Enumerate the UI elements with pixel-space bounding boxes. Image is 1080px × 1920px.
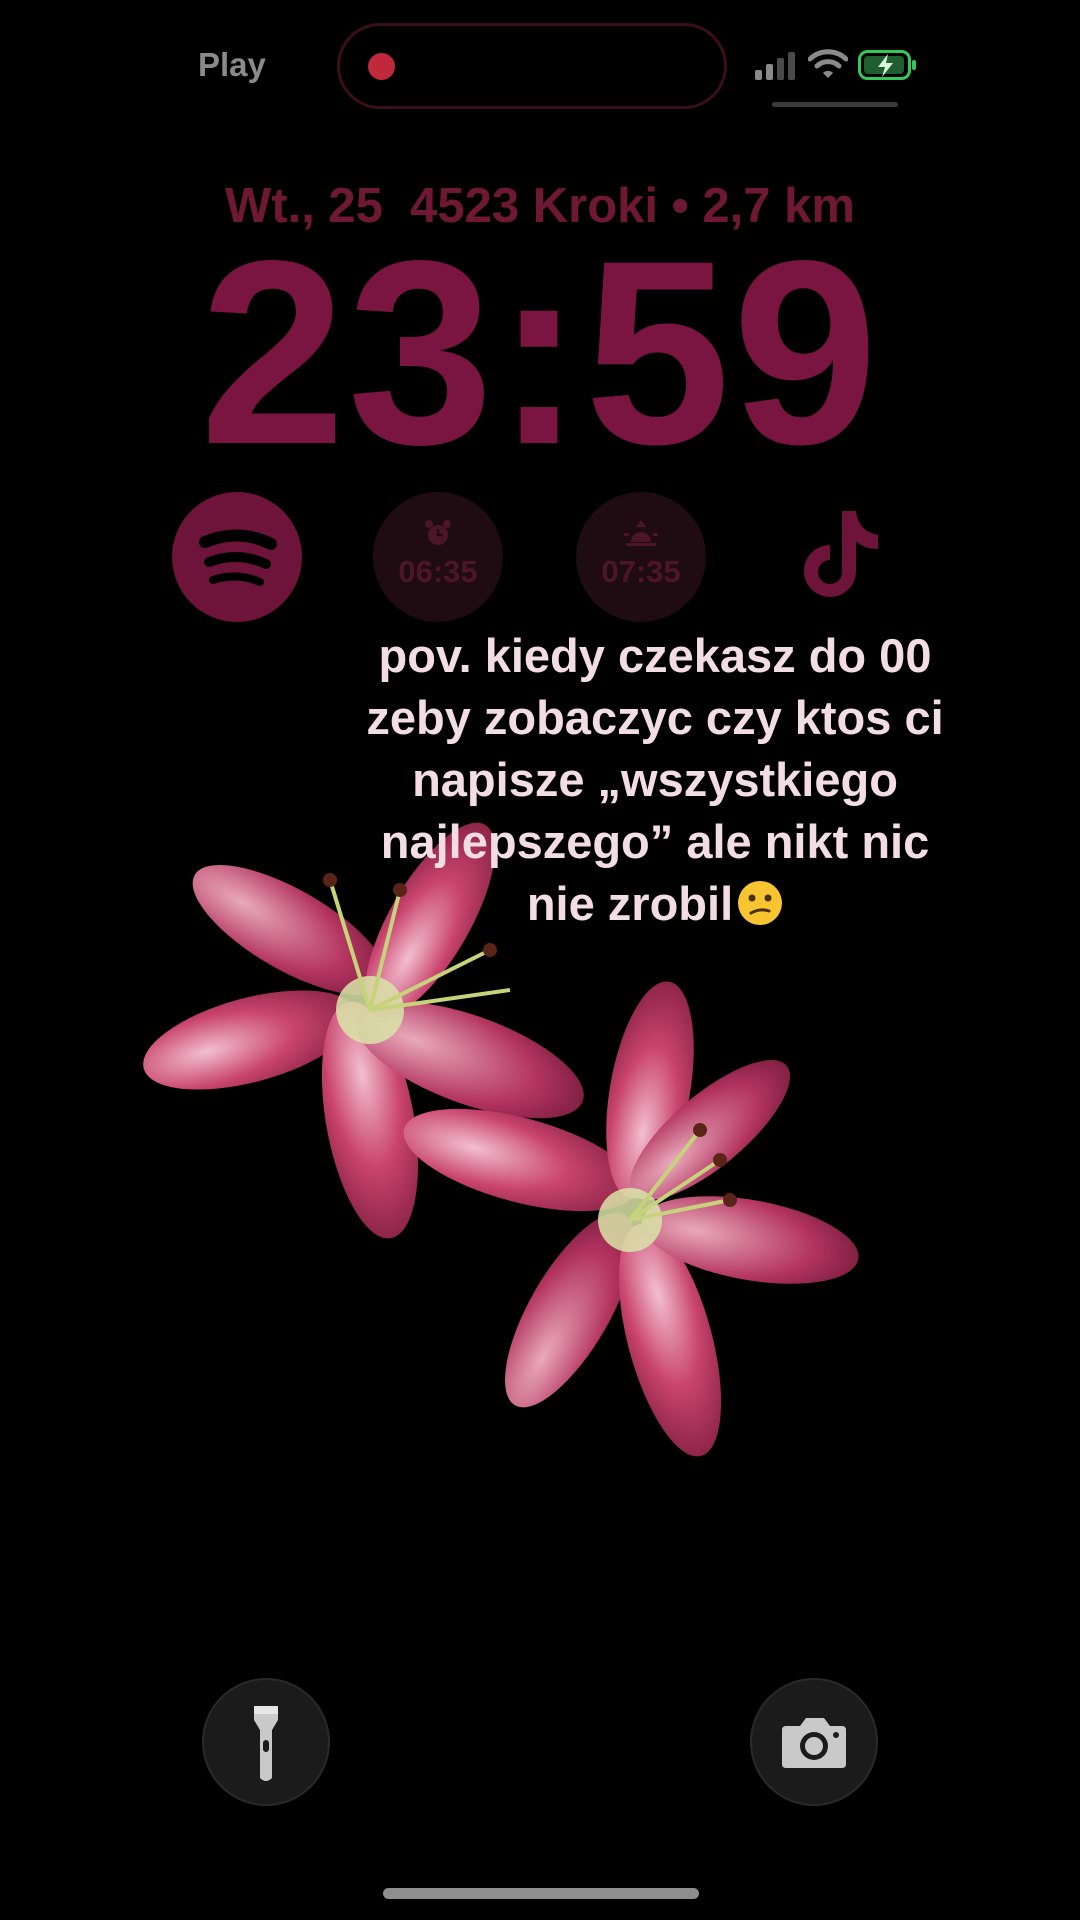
sunrise-icon	[624, 520, 658, 546]
alarm-clock-icon	[425, 520, 451, 545]
tiktok-icon[interactable]	[798, 505, 888, 605]
carrier-name: Play	[198, 46, 266, 83]
sunrise-time: 07:35	[601, 554, 681, 589]
caption-line: nie zrobil	[526, 877, 734, 930]
caption-line: pov. kiedy czekasz do 00	[378, 629, 932, 682]
lock-screen-clock[interactable]: 23:59	[0, 222, 1080, 484]
wifi-icon	[808, 49, 848, 78]
spotify-icon	[199, 529, 277, 586]
sunrise-widget[interactable]: 07:35	[576, 492, 706, 622]
recording-indicator-icon	[368, 53, 395, 80]
spotify-widget[interactable]	[172, 492, 302, 622]
home-indicator[interactable]	[383, 1888, 699, 1899]
caption-line: najlepszego” ale nikt nic	[380, 815, 930, 868]
camera-button[interactable]	[750, 1678, 878, 1806]
dynamic-island[interactable]	[337, 23, 727, 109]
alarm-widget[interactable]: 06:35	[373, 492, 503, 622]
flashlight-icon	[254, 1706, 278, 1781]
lock-screen: Play Wt., 25 4523 Kroki • 2,7 km 23:59 0…	[0, 0, 1080, 1920]
caption-line: zeby zobaczyc czy ktos ci	[366, 691, 944, 744]
status-bar-indicator	[772, 102, 898, 107]
confused-face-icon	[738, 881, 783, 925]
camera-icon	[782, 1718, 846, 1768]
story-caption: pov. kiedy czekasz do 00 zeby zobaczyc c…	[330, 625, 980, 935]
flashlight-button[interactable]	[202, 1678, 330, 1806]
cellular-signal-icon	[755, 52, 795, 80]
caption-last-line: nie zrobil	[330, 873, 980, 935]
battery-charging-icon	[858, 50, 916, 80]
caption-line: napisze „wszystkiego	[412, 753, 898, 806]
alarm-time: 06:35	[398, 554, 478, 589]
